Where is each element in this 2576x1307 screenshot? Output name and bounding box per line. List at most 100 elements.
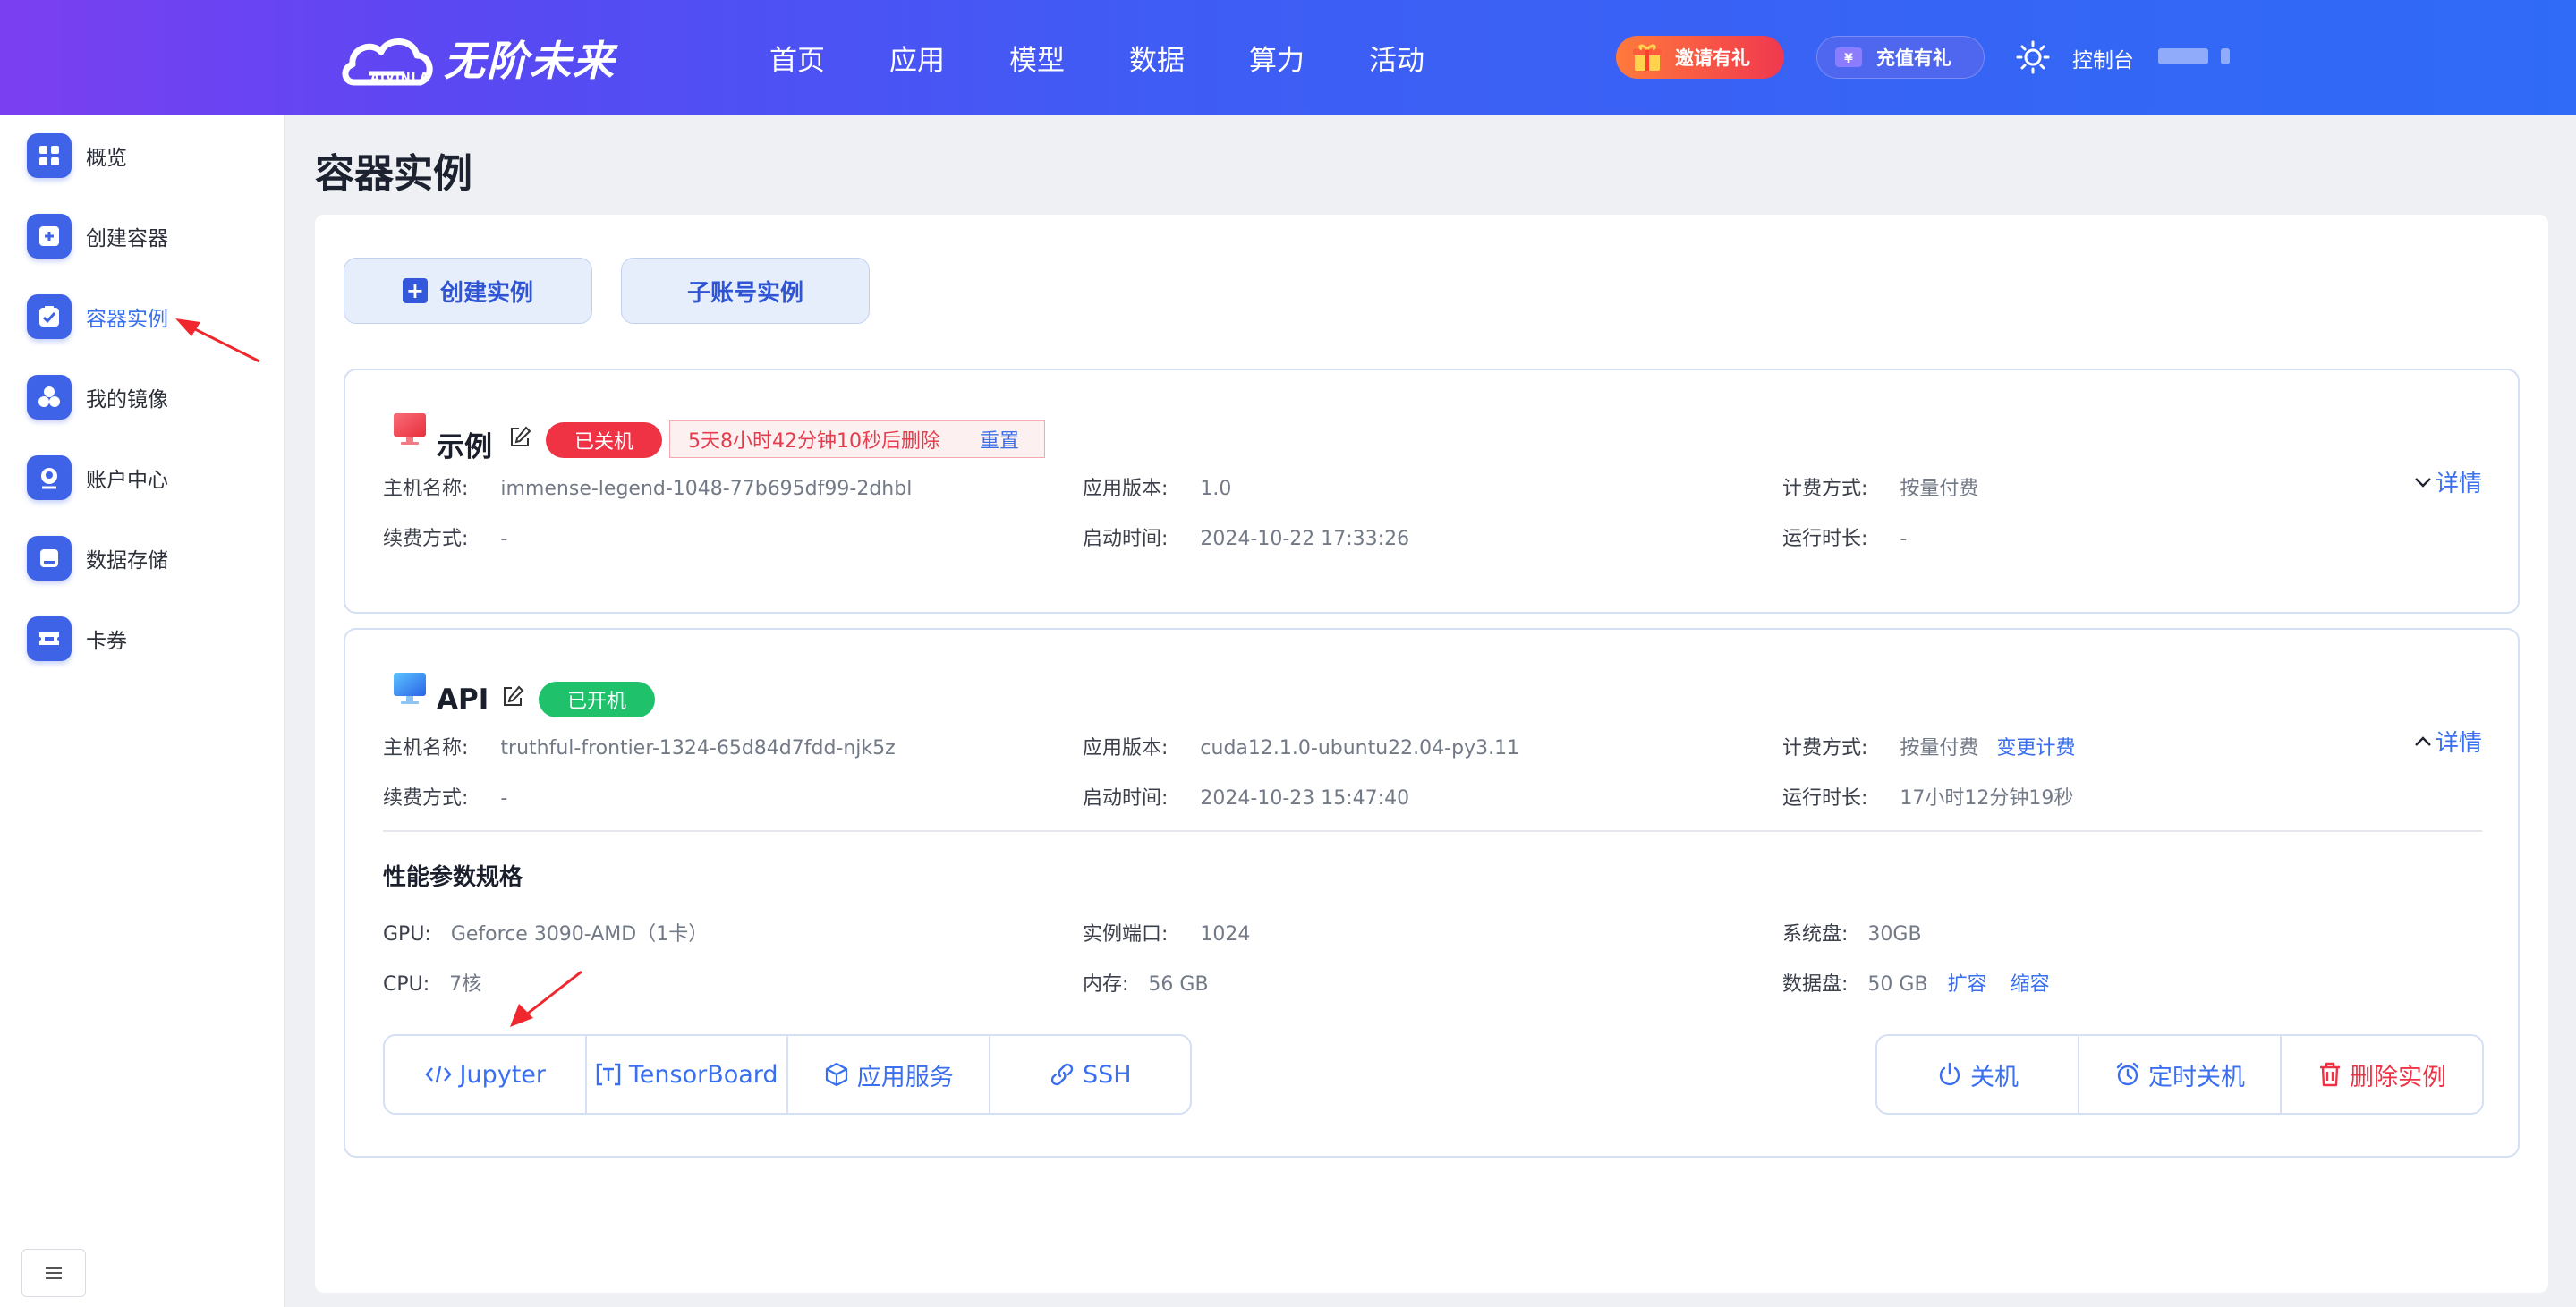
nav-models[interactable]: 模型 xyxy=(1009,38,1065,78)
deletion-countdown: 5天8小时42分钟10秒后删除 重置 xyxy=(669,420,1045,458)
field-value: 50 GB xyxy=(1867,973,1928,996)
field-value: - xyxy=(500,787,508,810)
delete-instance-button[interactable]: 删除实例 xyxy=(2282,1036,2482,1113)
tensorboard-label: TensorBoard xyxy=(628,1060,778,1089)
sidebar-item-data-storage[interactable]: 数据存储 xyxy=(27,533,168,583)
scheduled-shutdown-button[interactable]: 定时关机 xyxy=(2079,1036,2282,1113)
field-label: 启动时间: xyxy=(1083,528,1169,550)
version-field: 应用版本: cuda12.1.0-ubuntu22.04-py3.11 xyxy=(1083,732,1519,760)
annotation-arrow-icon xyxy=(175,318,260,363)
jupyter-button[interactable]: Jupyter xyxy=(385,1036,587,1113)
app-service-button[interactable]: 应用服务 xyxy=(788,1036,990,1113)
nav-data[interactable]: 数据 xyxy=(1129,38,1185,78)
link-icon xyxy=(1050,1063,1074,1086)
invite-button[interactable]: 邀请有礼 xyxy=(1616,36,1784,79)
scheduled-shutdown-label: 定时关机 xyxy=(2148,1063,2245,1091)
reset-link[interactable]: 重置 xyxy=(980,425,1019,454)
sidebar-item-account-center[interactable]: 账户中心 xyxy=(27,453,168,503)
user-avatar[interactable] xyxy=(2158,48,2233,64)
sidebar-item-label: 数据存储 xyxy=(86,549,168,573)
field-value: 按量付费 xyxy=(1900,478,1979,500)
sidebar-item-overview[interactable]: 概览 xyxy=(27,131,127,181)
nav-events[interactable]: 活动 xyxy=(1369,38,1424,78)
details-toggle[interactable]: 详情 xyxy=(2414,725,2482,758)
brand-logo[interactable]: AIVINLA 无阶未来 xyxy=(340,25,616,91)
sidebar-item-label: 概览 xyxy=(86,147,127,170)
billing-field: 计费方式: 按量付费 xyxy=(1782,472,1978,501)
details-toggle[interactable]: 详情 xyxy=(2414,465,2482,498)
sidebar-item-container-instances[interactable]: 容器实例 xyxy=(27,292,168,342)
host-field: 主机名称: immense-legend-1048-77b695df99-2dhb… xyxy=(383,472,912,501)
theme-toggle-icon[interactable] xyxy=(2015,39,2051,75)
shrink-disk-link[interactable]: 缩容 xyxy=(2011,973,2050,996)
sidebar-item-my-images[interactable]: 我的镜像 xyxy=(27,372,168,422)
power-button-group: 关机 定时关机 删除实例 xyxy=(1875,1034,2484,1115)
sidebar-item-label: 账户中心 xyxy=(86,469,168,492)
cpu-field: CPU: 7核 xyxy=(383,968,481,997)
start-time-field: 启动时间: 2024-10-23 15:47:40 xyxy=(1083,782,1409,811)
shutdown-label: 关机 xyxy=(1970,1063,2019,1091)
status-badge: 已关机 xyxy=(546,422,662,458)
status-badge-label: 已开机 xyxy=(566,691,626,713)
field-value: 17小时12分钟19秒 xyxy=(1900,787,2074,810)
edit-icon[interactable] xyxy=(508,426,531,449)
field-value: 1024 xyxy=(1200,923,1251,946)
ssh-button[interactable]: SSH xyxy=(990,1036,1191,1113)
create-instance-button[interactable]: + 创建实例 xyxy=(344,258,592,324)
tensorboard-button[interactable]: TensorBoard xyxy=(587,1036,788,1113)
field-value: 按量付费 xyxy=(1900,737,1979,760)
field-value: 1.0 xyxy=(1200,478,1232,500)
invite-label: 邀请有礼 xyxy=(1675,47,1750,69)
nav-apps[interactable]: 应用 xyxy=(889,38,945,78)
delete-instance-label: 删除实例 xyxy=(2350,1063,2446,1091)
instance-card: API 已开机 主机名称: truthful-frontier-1324-65d8… xyxy=(344,628,2520,1158)
field-label: 主机名称: xyxy=(383,737,469,760)
field-value: 2024-10-22 17:33:26 xyxy=(1200,528,1410,550)
countdown-text: 5天8小时42分钟10秒后删除 xyxy=(688,430,940,453)
trash-icon xyxy=(2320,1062,2340,1087)
menu-icon xyxy=(46,1267,62,1279)
field-label: 主机名称: xyxy=(383,478,469,500)
sidebar-item-label: 卡券 xyxy=(86,630,127,653)
plus-square-icon xyxy=(27,214,72,259)
sub-account-instances-button[interactable]: 子账号实例 xyxy=(621,258,870,324)
alarm-clock-icon xyxy=(2116,1062,2139,1086)
renew-field: 续费方式: - xyxy=(383,782,507,811)
field-label: 系统盘: xyxy=(1782,923,1849,946)
field-value: - xyxy=(500,528,508,550)
chevron-up-icon xyxy=(2415,735,2431,746)
monitor-off-icon xyxy=(394,413,426,445)
recharge-button[interactable]: ¥ 充值有礼 xyxy=(1816,36,1985,79)
field-label: 应用版本: xyxy=(1083,478,1169,500)
expand-disk-link[interactable]: 扩容 xyxy=(1948,973,1987,996)
runtime-field: 运行时长: 17小时12分钟19秒 xyxy=(1782,782,2073,811)
gpu-field: GPU: Geforce 3090-AMD（1卡） xyxy=(383,918,708,946)
shutdown-button[interactable]: 关机 xyxy=(1877,1036,2079,1113)
field-label: 应用版本: xyxy=(1083,737,1169,760)
nav-home[interactable]: 首页 xyxy=(769,38,825,78)
field-label: 运行时长: xyxy=(1782,528,1868,550)
jupyter-label: Jupyter xyxy=(459,1060,547,1089)
field-value: 7核 xyxy=(449,973,482,996)
edit-icon[interactable] xyxy=(501,685,524,709)
field-label: 内存: xyxy=(1083,973,1129,996)
change-billing-link[interactable]: 变更计费 xyxy=(1996,737,2075,760)
field-value: 30GB xyxy=(1867,923,1922,946)
sidebar-item-label: 容器实例 xyxy=(86,308,168,331)
field-value: - xyxy=(1900,528,1908,550)
details-label: 详情 xyxy=(2435,471,2482,497)
app-service-label: 应用服务 xyxy=(856,1063,954,1091)
monitor-on-icon xyxy=(394,673,426,704)
console-link[interactable]: 控制台 xyxy=(2072,43,2134,73)
field-label: 计费方式: xyxy=(1782,737,1868,760)
storage-icon xyxy=(27,536,72,581)
ssh-label: SSH xyxy=(1082,1060,1132,1089)
status-badge: 已开机 xyxy=(539,682,655,717)
sidebar-item-coupons[interactable]: 卡券 xyxy=(27,614,127,664)
field-label: 续费方式: xyxy=(383,787,469,810)
sidebar-item-create-container[interactable]: 创建容器 xyxy=(27,211,168,261)
coupon-icon: ¥ xyxy=(1835,47,1862,67)
nav-compute[interactable]: 算力 xyxy=(1249,38,1305,78)
sidebar-collapse-button[interactable] xyxy=(21,1249,86,1297)
code-icon xyxy=(424,1065,452,1083)
